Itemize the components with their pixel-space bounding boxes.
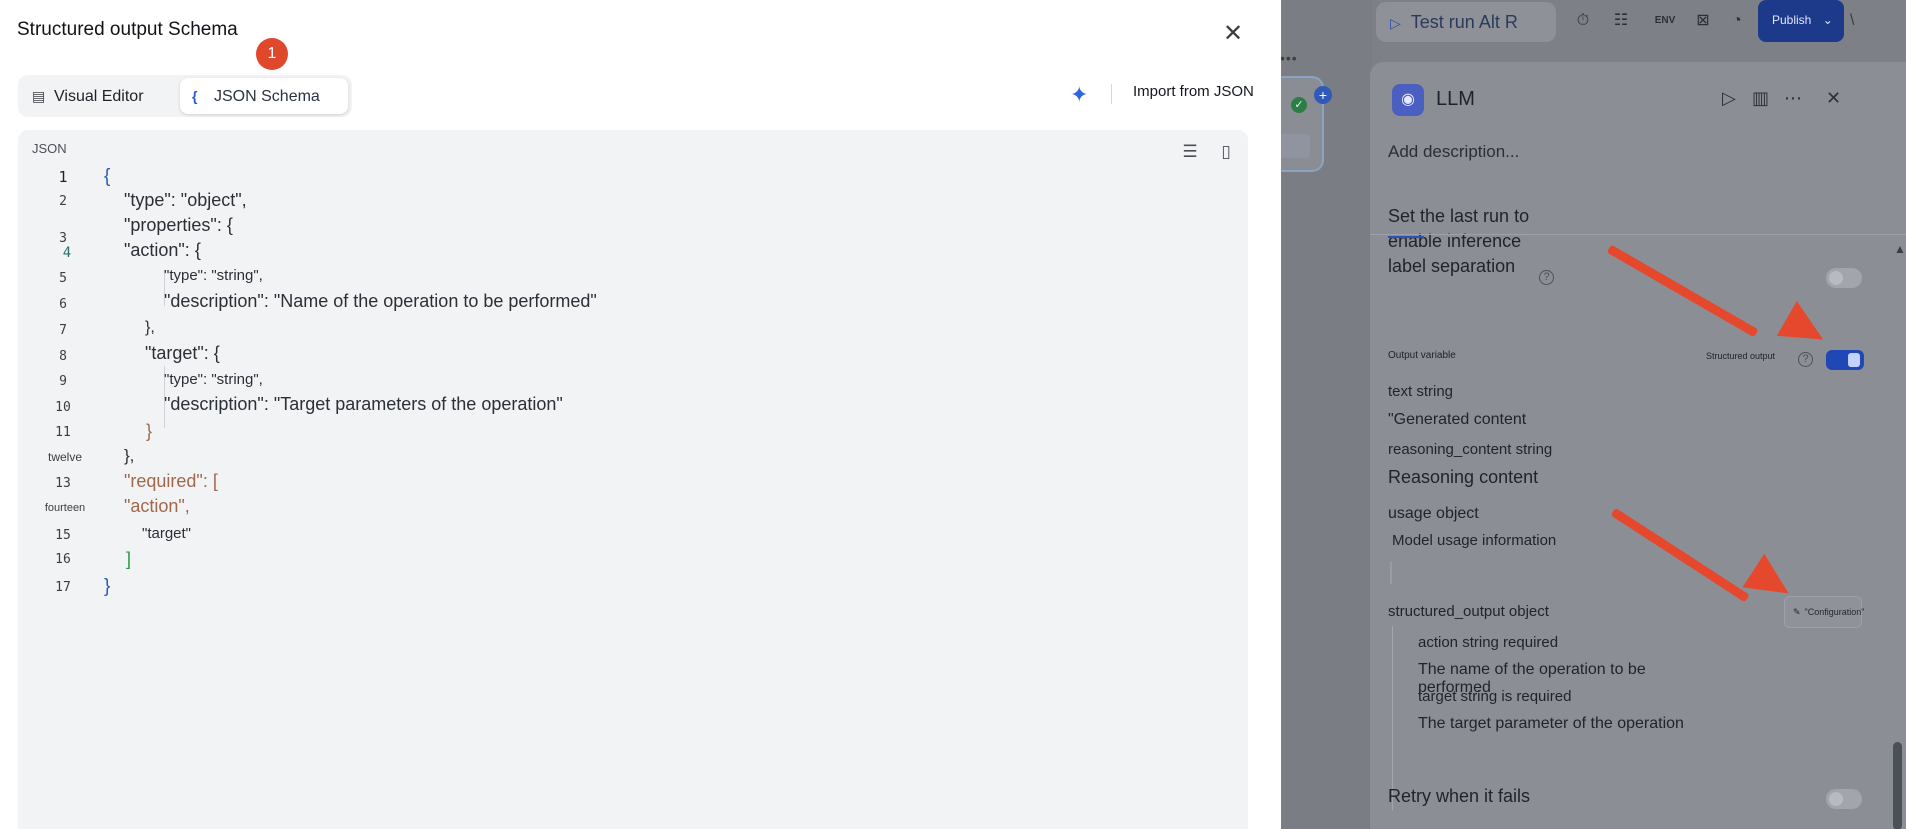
close-icon[interactable]: ✕ (1826, 88, 1841, 109)
help-icon: ? (1539, 270, 1554, 285)
play-icon: ▷ (1390, 15, 1401, 31)
line-number: 17 (55, 580, 71, 595)
code-line: "type": "object", (124, 190, 247, 210)
add-node-icon: + (1314, 86, 1332, 104)
structured-output-modal: Structured output Schema ✕ 1 ▤ Visual Edi… (0, 0, 1281, 829)
child-item: target string is required (1418, 688, 1572, 705)
versions-icon[interactable]: ◔ (1724, 8, 1750, 34)
code-line: "target" (142, 525, 192, 542)
chevron-down-icon: ⌄ (1822, 13, 1833, 27)
import-from-json-button[interactable]: Import from JSON (1133, 83, 1254, 100)
output-item: "Generated content (1388, 411, 1527, 428)
output-item: reasoning_content string (1388, 441, 1553, 458)
tab-visual-editor[interactable]: ▤ Visual Editor (22, 78, 186, 114)
format-indent-icon[interactable]: ☰ (1178, 140, 1202, 164)
line-number: 9 (59, 374, 67, 389)
document-icon: ▤ (32, 88, 46, 104)
step-badge: 1 (256, 38, 288, 70)
line-number: 15 (55, 528, 71, 543)
code-line: "properties": { (124, 215, 233, 235)
code-line: } (146, 421, 153, 441)
brace-icon: { (192, 88, 198, 104)
structured-output-label: Structured output (1706, 351, 1776, 361)
last-run-note: Set the last run to enable inference lab… (1388, 206, 1530, 276)
child-item: The target parameter of the operation (1418, 715, 1684, 732)
toolbar-separator: \ (1850, 12, 1855, 29)
line-number: 10 (55, 400, 71, 415)
line-number: 11 (55, 425, 71, 440)
json-editor[interactable]: JSON ☰ ▯ 1 2 3 4 5 6 7 8 9 10 11 twelve … (18, 130, 1248, 829)
check-icon: ✓ (1291, 97, 1307, 113)
checklist-icon[interactable]: ☷ (1608, 8, 1634, 34)
last-run-toggle[interactable] (1826, 268, 1862, 288)
line-number: 7 (59, 323, 67, 338)
divider (1390, 562, 1392, 584)
line-number: fourteen (44, 502, 86, 514)
scroll-up-icon[interactable]: ▲ (1894, 242, 1906, 256)
line-number: 3 (59, 231, 67, 246)
line-number: 2 (59, 194, 67, 209)
top-toolbar: ▷ Test run Alt R ⏱ ☷ ENV ⊠ ◔ Publish ⌄ \ (1376, 0, 1906, 42)
tab-indicator (1388, 236, 1424, 238)
output-item: usage object (1388, 505, 1479, 522)
tab-json-schema[interactable]: {JSON Schema (180, 78, 348, 114)
code-line: "description": "Target parameters of the… (164, 394, 563, 414)
structured-output-children: action string required The name of the o… (1392, 626, 1692, 810)
output-item: structured_output object (1388, 603, 1549, 620)
line-number: 4 (62, 245, 72, 261)
line-number: 13 (55, 476, 71, 491)
toolbar-separator (1111, 84, 1112, 104)
env-icon[interactable]: ENV (1652, 8, 1678, 34)
code-line: }, (145, 319, 155, 336)
output-item: Model usage information (1392, 532, 1557, 549)
child-item: action string required (1418, 634, 1559, 651)
edit-icon: ✎ (1793, 607, 1801, 617)
line-number: 8 (59, 349, 67, 364)
line-number: 5 (59, 271, 67, 286)
retry-label: Retry when it fails (1388, 786, 1531, 806)
clipboard-icon[interactable]: ▯ (1214, 140, 1238, 164)
test-run-button[interactable]: ▷ Test run Alt R (1376, 2, 1556, 42)
line-number: 16 (55, 552, 71, 567)
close-icon[interactable]: ✕ (1219, 20, 1247, 48)
llm-panel: ◉ LLM ▷ ▥ ⋯ ✕ Add description... Set the… (1370, 62, 1906, 829)
book-icon[interactable]: ▥ (1752, 88, 1769, 109)
code-line: "action": { (124, 240, 201, 260)
llm-icon: ◉ (1392, 84, 1424, 116)
code-line: } (104, 576, 111, 597)
scrollbar[interactable] (1893, 742, 1902, 829)
retry-toggle[interactable] (1826, 789, 1862, 809)
output-item: Reasoning content (1388, 467, 1539, 487)
add-description[interactable]: Add description... (1388, 142, 1519, 162)
modal-title: Structured output Schema (17, 19, 238, 40)
code-line: "type": "string", (164, 371, 263, 388)
code-line: "required": [ (124, 471, 218, 491)
code-line: }, (124, 446, 135, 465)
line-number: 6 (59, 297, 67, 312)
code-line: "action", (124, 496, 190, 516)
code-line: "type": "string", (164, 267, 263, 284)
editor-language-label: JSON (32, 141, 67, 156)
ai-generate-icon[interactable]: ✦ (1070, 82, 1088, 108)
code-line: { (104, 166, 111, 187)
close-square-icon[interactable]: ⊠ (1690, 8, 1716, 34)
configuration-button[interactable]: ✎ "Configuration" (1784, 596, 1864, 628)
line-number: twelve (47, 450, 82, 464)
output-item: text string (1388, 383, 1454, 400)
divider (1370, 234, 1906, 235)
more-icon[interactable]: ⋯ (1784, 88, 1802, 109)
code-line: ] (126, 549, 132, 569)
more-icon: ••• (1280, 50, 1298, 66)
code-line: "description": "Name of the operation to… (164, 291, 597, 311)
output-variable-label: Output variable (1388, 350, 1456, 361)
run-node-icon[interactable]: ▷ (1722, 88, 1736, 109)
line-number: 1 (58, 168, 68, 186)
publish-button[interactable]: Publish ⌄ (1758, 0, 1844, 42)
panel-title: LLM (1436, 88, 1475, 110)
code-line: "target": { (145, 343, 220, 363)
editor-tabs: ▤ Visual Editor {JSON Schema (18, 75, 352, 117)
history-icon[interactable]: ⏱ (1570, 8, 1596, 34)
structured-output-toggle[interactable] (1826, 350, 1864, 370)
